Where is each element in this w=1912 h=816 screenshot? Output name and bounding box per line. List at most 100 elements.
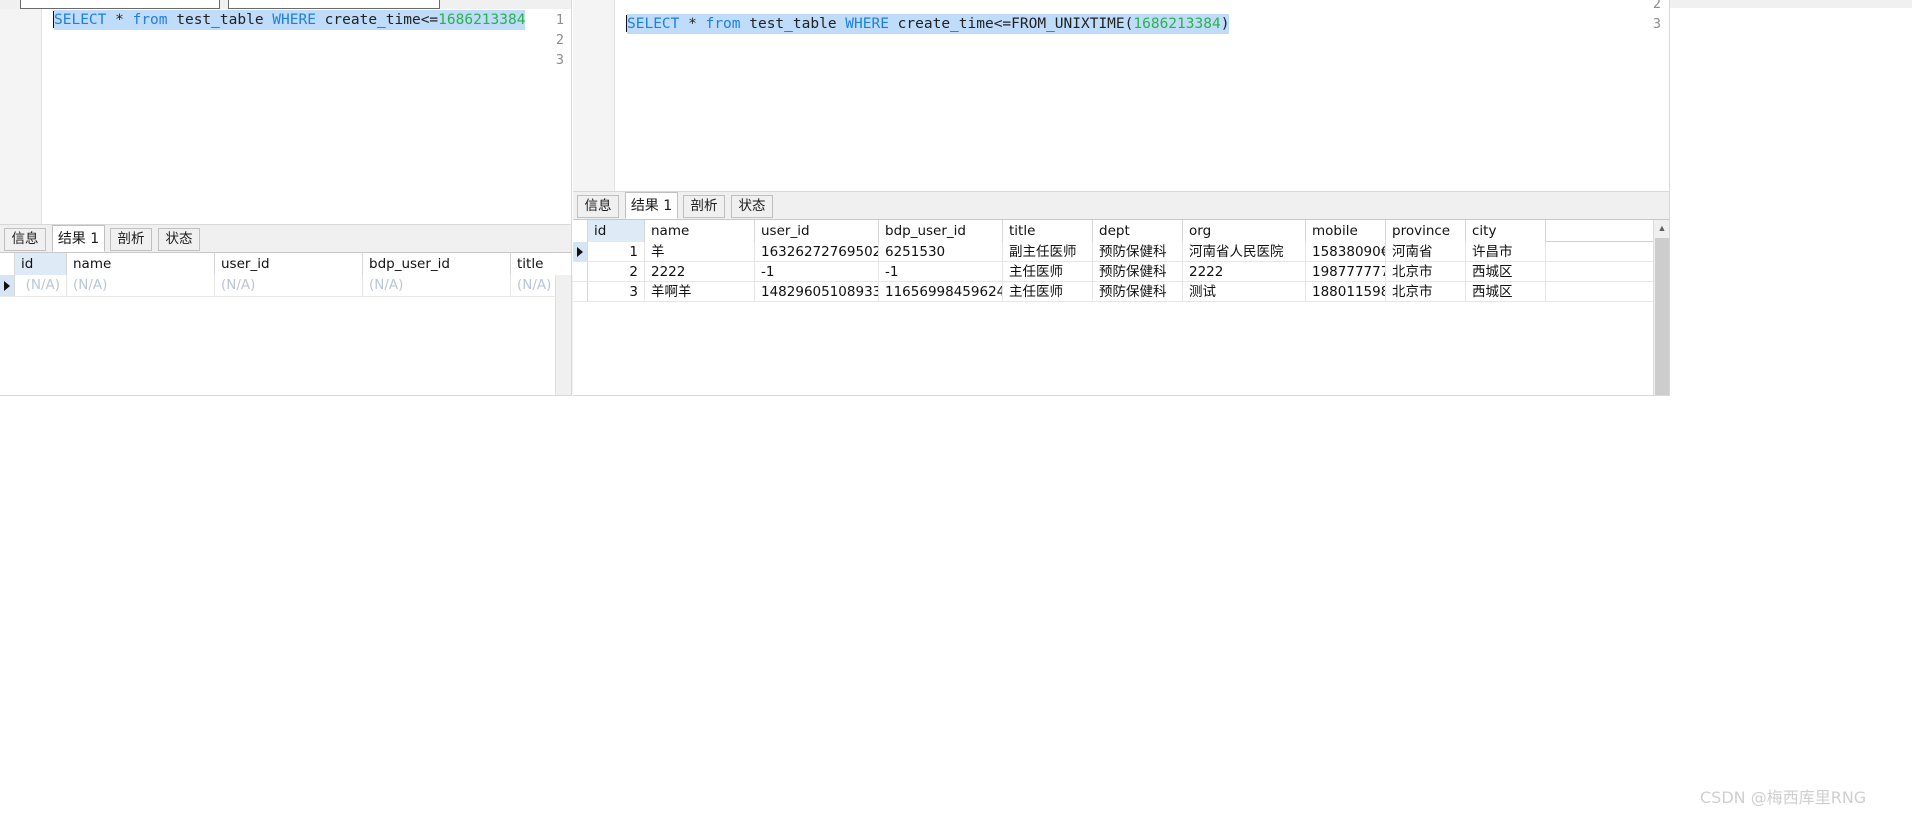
left-tab-status[interactable]: 状态 (158, 228, 200, 251)
right-cell-mobile[interactable]: 15838090€ (1306, 242, 1386, 261)
right-line-number: 2 (1652, 0, 1661, 12)
right-col-bdp-user-id[interactable]: bdp_user_id (879, 220, 1003, 242)
star-token: * (106, 12, 133, 28)
app-root: 1 2 3 SELECT * from test_table WHERE cre… (0, 0, 1912, 816)
left-sql-statement[interactable]: SELECT * from test_table WHERE create_ti… (54, 10, 526, 30)
row-pointer-icon (4, 280, 10, 291)
right-cell-city[interactable]: 许昌市 (1466, 242, 1546, 261)
left-cell-name[interactable]: (N/A) (67, 275, 215, 296)
right-cell-dept[interactable]: 预防保健科 (1093, 282, 1183, 301)
right-cell-mobile[interactable]: 188011598 (1306, 282, 1386, 301)
right-cell-title[interactable]: 副主任医师 (1003, 242, 1093, 261)
left-panel-bottom-edge (0, 395, 572, 396)
right-col-dept[interactable]: dept (1093, 220, 1183, 242)
right-cell-user-id[interactable]: 1482960510893330 (755, 282, 879, 301)
left-col-name[interactable]: name (67, 253, 215, 275)
right-grid-vertical-scrollbar[interactable]: ▲ (1653, 220, 1670, 396)
keyword-where: WHERE (272, 12, 316, 28)
csdn-watermark: CSDN @梅西库里RNG (1700, 788, 1867, 807)
right-cell-city[interactable]: 西城区 (1466, 262, 1546, 281)
right-col-name[interactable]: name (645, 220, 755, 242)
right-col-title[interactable]: title (1003, 220, 1093, 242)
right-row-selector[interactable] (573, 282, 588, 301)
left-col-title[interactable]: title (511, 253, 572, 275)
left-line-number: 1 (555, 12, 564, 28)
right-cell-province[interactable]: 河南省 (1386, 242, 1466, 261)
right-col-id[interactable]: id (588, 220, 645, 242)
left-row-selector[interactable] (0, 275, 15, 296)
right-cell-org[interactable]: 河南省人民医院 (1183, 242, 1306, 261)
left-sql-editor[interactable]: 1 2 3 SELECT * from test_table WHERE cre… (0, 9, 572, 224)
predicate-expression: create_time<=FROM_UNIXTIME( (888, 16, 1134, 32)
right-result-tabstrip: 信息 结果 1 剖析 状态 (573, 192, 1669, 220)
keyword-from: from (705, 16, 741, 32)
right-cell-id[interactable]: 3 (588, 282, 645, 301)
right-col-user-id[interactable]: user_id (755, 220, 879, 242)
left-cell-id[interactable]: (N/A) (15, 275, 67, 296)
right-cell-user-id[interactable]: -1 (755, 262, 879, 281)
table-row[interactable]: (N/A) (N/A) (N/A) (N/A) (N/A) (0, 275, 572, 297)
right-sql-editor[interactable]: 2 3 SELECT * from test_table WHERE creat… (573, 0, 1669, 192)
right-cell-bdp-user-id[interactable]: 6251530 (879, 242, 1003, 261)
right-cell-dept[interactable]: 预防保健科 (1093, 262, 1183, 281)
right-cell-title[interactable]: 主任医师 (1003, 282, 1093, 301)
table-row[interactable]: 1 羊 1632627276950200: 6251530 副主任医师 预防保健… (573, 242, 1653, 262)
left-col-bdp-user-id[interactable]: bdp_user_id (363, 253, 511, 275)
right-cell-province[interactable]: 北京市 (1386, 282, 1466, 301)
left-line-number: 2 (555, 32, 564, 48)
right-sql-statement[interactable]: SELECT * from test_table WHERE create_ti… (627, 14, 1230, 34)
right-cell-name[interactable]: 羊 (645, 242, 755, 261)
star-token: * (679, 16, 706, 32)
left-tab-result-1[interactable]: 结果 1 (52, 225, 105, 252)
right-cell-name[interactable]: 2222 (645, 262, 755, 281)
table-row[interactable]: 3 羊啊羊 1482960510893330 1165699845962435!… (573, 282, 1653, 302)
left-tab-info[interactable]: 信息 (4, 228, 46, 251)
table-name: test_table (740, 16, 846, 32)
right-row-selector[interactable] (573, 262, 588, 281)
left-col-id[interactable]: id (15, 253, 67, 275)
keyword-select: SELECT (627, 16, 680, 32)
left-line-number: 3 (555, 52, 564, 68)
right-cell-id[interactable]: 2 (588, 262, 645, 281)
left-tab-profile[interactable]: 剖析 (110, 228, 152, 251)
left-col-user-id[interactable]: user_id (215, 253, 363, 275)
left-cell-user-id[interactable]: (N/A) (215, 275, 363, 296)
table-name: test_table (167, 12, 273, 28)
table-row[interactable]: 2 2222 -1 -1 主任医师 预防保健科 2222 198777777 北… (573, 262, 1653, 282)
right-grid-corner (573, 220, 588, 242)
right-tab-result-1[interactable]: 结果 1 (625, 192, 678, 219)
right-cell-org[interactable]: 2222 (1183, 262, 1306, 281)
left-toolbar-field-2[interactable] (228, 0, 440, 9)
right-tab-profile[interactable]: 剖析 (683, 195, 725, 218)
right-scroll-thumb[interactable] (1655, 238, 1669, 396)
predicate-expression: create_time<= (315, 12, 439, 28)
right-tab-status[interactable]: 状态 (731, 195, 773, 218)
right-cell-user-id[interactable]: 1632627276950200: (755, 242, 879, 261)
left-editor-gutter (0, 9, 42, 224)
right-cell-id[interactable]: 1 (588, 242, 645, 261)
right-panel-right-edge (1669, 0, 1670, 396)
left-toolbar-field-1[interactable] (20, 0, 220, 9)
right-cell-name[interactable]: 羊啊羊 (645, 282, 755, 301)
numeric-literal: 1686213384 (1133, 16, 1221, 32)
right-cell-title[interactable]: 主任医师 (1003, 262, 1093, 281)
left-result-tabstrip: 信息 结果 1 剖析 状态 (0, 225, 572, 253)
left-cell-bdp-user-id[interactable]: (N/A) (363, 275, 511, 296)
right-cell-bdp-user-id[interactable]: -1 (879, 262, 1003, 281)
left-result-grid[interactable]: id name user_id bdp_user_id title (N/A) … (0, 253, 572, 321)
right-cell-dept[interactable]: 预防保健科 (1093, 242, 1183, 261)
right-row-selector[interactable] (573, 242, 588, 261)
right-cell-province[interactable]: 北京市 (1386, 262, 1466, 281)
right-cell-org[interactable]: 测试 (1183, 282, 1306, 301)
numeric-literal: 1686213384 (438, 12, 526, 28)
right-col-city[interactable]: city (1466, 220, 1546, 242)
right-cell-city[interactable]: 西城区 (1466, 282, 1546, 301)
scroll-up-arrow-icon[interactable]: ▲ (1654, 220, 1670, 237)
right-col-org[interactable]: org (1183, 220, 1306, 242)
right-result-grid[interactable]: id name user_id bdp_user_id title dept o… (573, 220, 1653, 395)
right-cell-bdp-user-id[interactable]: 1165699845962435! (879, 282, 1003, 301)
right-col-province[interactable]: province (1386, 220, 1466, 242)
right-cell-mobile[interactable]: 198777777 (1306, 262, 1386, 281)
right-tab-info[interactable]: 信息 (577, 195, 619, 218)
right-col-mobile[interactable]: mobile (1306, 220, 1386, 242)
